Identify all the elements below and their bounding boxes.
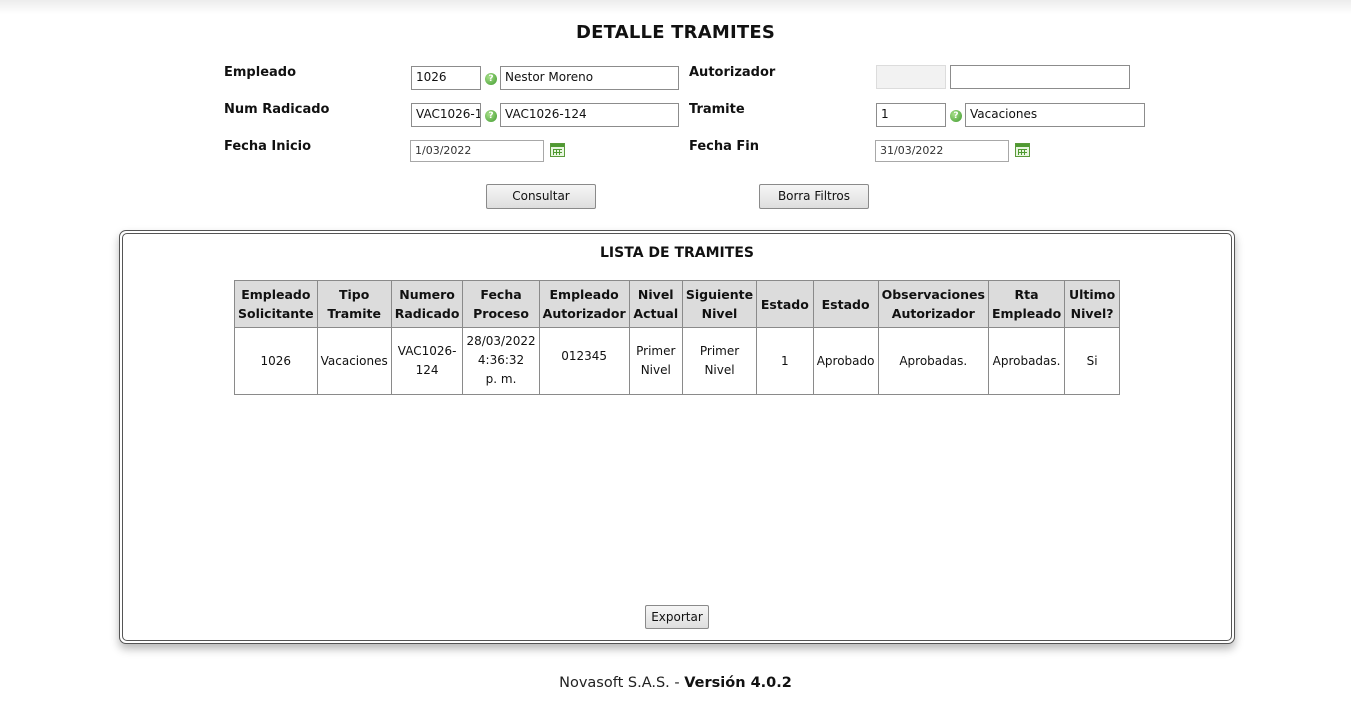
col-header-nivel-actual[interactable]: Nivel Actual xyxy=(628,280,683,328)
col-header-numero-radicado[interactable]: Numero Radicado xyxy=(390,280,464,328)
exportar-button[interactable]: Exportar xyxy=(645,605,709,629)
empleado-name-input[interactable]: Nestor Moreno xyxy=(500,66,679,90)
cell-observaciones-autorizador: Aprobadas. xyxy=(877,327,989,395)
footer: Novasoft S.A.S. - Versión 4.0.2 xyxy=(0,675,1351,691)
tramite-help-icon[interactable]: ? xyxy=(950,110,962,122)
cell-empleado-solicitante: 1026 xyxy=(234,327,318,395)
empleado-label: Empleado xyxy=(224,65,297,80)
cell-nivel-actual: Primer Nivel xyxy=(628,327,683,395)
footer-version: Versión 4.0.2 xyxy=(684,675,792,691)
col-header-siguiente-nivel[interactable]: Siguiente Nivel xyxy=(681,280,758,328)
cell-rta-empleado: Aprobadas. xyxy=(987,327,1066,395)
num-radicado-label: Num Radicado xyxy=(224,102,330,117)
tramite-name-input[interactable]: Vacaciones xyxy=(965,103,1145,127)
footer-company: Novasoft S.A.S. - xyxy=(559,675,685,691)
fecha-fin-input[interactable]: 31/03/2022 xyxy=(875,140,1009,162)
cell-ultimo-nivel: Si xyxy=(1064,327,1120,395)
tramite-code-input[interactable]: 1 xyxy=(876,103,946,127)
page-title: DETALLE TRAMITES xyxy=(576,22,775,43)
results-panel: LISTA DE TRAMITES Empleado Solicitante Ti… xyxy=(119,230,1235,644)
list-title: LISTA DE TRAMITES xyxy=(600,245,754,261)
cell-numero-radicado: VAC1026- 124 xyxy=(390,327,464,395)
tramites-table: Empleado Solicitante Tipo Tramite Numero Ra… xyxy=(234,280,1120,395)
num-radicado-name-input[interactable]: VAC1026-124 xyxy=(500,103,679,127)
tramite-label: Tramite xyxy=(689,102,745,117)
cell-siguiente-nivel: Primer Nivel xyxy=(681,327,758,395)
fecha-inicio-calendar-icon[interactable] xyxy=(550,143,565,157)
num-radicado-help-icon[interactable]: ? xyxy=(485,110,497,122)
autorizador-code-input xyxy=(876,65,946,89)
cell-estado-1: 1 xyxy=(756,327,814,395)
col-header-fecha-proceso[interactable]: Fecha Proceso xyxy=(462,280,540,328)
cell-estado-2: Aprobado xyxy=(812,327,879,395)
col-header-rta-empleado[interactable]: Rta Empleado xyxy=(987,280,1066,328)
empleado-help-icon[interactable]: ? xyxy=(485,73,497,85)
col-header-empleado-autorizador[interactable]: Empleado Autorizador xyxy=(538,280,630,328)
autorizador-name-input[interactable] xyxy=(950,65,1130,89)
borra-filtros-button[interactable]: Borra Filtros xyxy=(759,184,869,209)
fecha-inicio-label: Fecha Inicio xyxy=(224,139,312,154)
col-header-observaciones-autorizador[interactable]: Observaciones Autorizador xyxy=(877,280,989,328)
fecha-fin-calendar-icon[interactable] xyxy=(1015,143,1030,157)
autorizador-label: Autorizador xyxy=(689,65,776,80)
table-header-row: Empleado Solicitante Tipo Tramite Numero Ra… xyxy=(234,280,1120,328)
fecha-fin-label: Fecha Fin xyxy=(689,139,760,154)
empleado-code-input[interactable]: 1026 xyxy=(411,66,481,90)
top-shadow xyxy=(0,0,1351,14)
fecha-inicio-input[interactable]: 1/03/2022 xyxy=(410,140,544,162)
col-header-empleado-solicitante[interactable]: Empleado Solicitante xyxy=(234,280,318,328)
num-radicado-code-input[interactable]: VAC1026-1 xyxy=(411,103,481,127)
col-header-estado-2[interactable]: Estado xyxy=(812,280,879,328)
col-header-estado-1[interactable]: Estado xyxy=(756,280,814,328)
cell-fecha-proceso: 28/03/2022 4:36:32 p. m. xyxy=(462,327,540,395)
col-header-tipo-tramite[interactable]: Tipo Tramite xyxy=(316,280,392,328)
cell-tipo-tramite: Vacaciones xyxy=(316,327,392,395)
table-row[interactable]: 1026 Vacaciones VAC1026- 124 28/03/2022 4:… xyxy=(234,327,1120,395)
cell-empleado-autorizador: 012345 xyxy=(538,327,630,395)
col-header-ultimo-nivel[interactable]: Ultimo Nivel? xyxy=(1064,280,1120,328)
consultar-button[interactable]: Consultar xyxy=(486,184,596,209)
